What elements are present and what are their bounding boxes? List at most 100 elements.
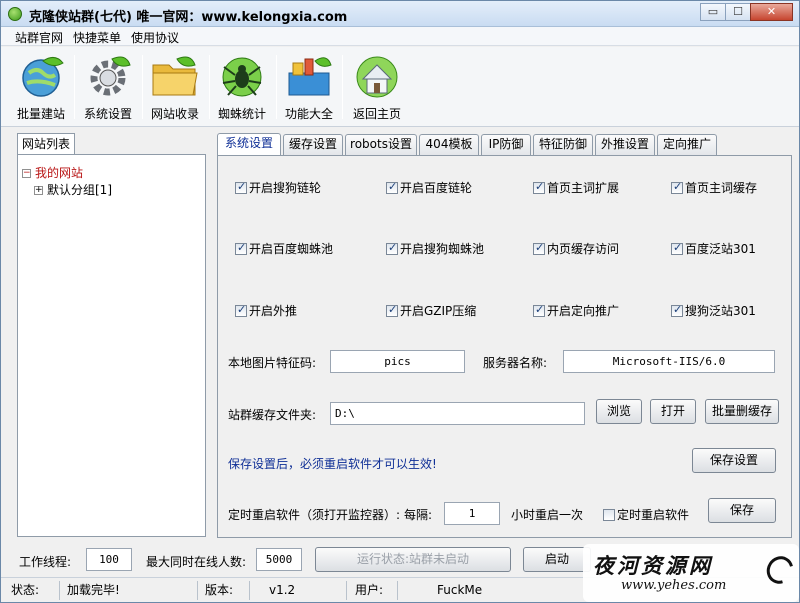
menu-site-official[interactable]: 站群官网 xyxy=(15,29,63,46)
spider-stats-button[interactable]: 蜘蛛统计 xyxy=(214,51,270,123)
save-button[interactable]: 保存 xyxy=(708,498,776,523)
minimize-button[interactable]: ▭ xyxy=(700,3,726,21)
checkbox-gzip[interactable]: 开启GZIP压缩 xyxy=(386,302,476,319)
checkbox-sogou-link-wheel[interactable]: 开启搜狗链轮 xyxy=(235,179,321,196)
checkbox-home-keyword-cache[interactable]: 首页主词缓存 xyxy=(671,179,757,196)
checkbox-box[interactable] xyxy=(235,303,247,317)
checkbox-box[interactable] xyxy=(235,241,247,255)
checkbox-box[interactable] xyxy=(603,509,615,521)
tab-cache-settings[interactable]: 缓存设置 xyxy=(283,134,343,155)
tab-robots-settings[interactable]: robots设置 xyxy=(345,134,417,155)
start-button[interactable]: 启动 xyxy=(523,547,591,572)
checkbox-box[interactable] xyxy=(533,241,545,255)
save-settings-button[interactable]: 保存设置 xyxy=(692,448,776,473)
checkbox-sogou-spider-pool[interactable]: 开启搜狗蜘蛛池 xyxy=(386,240,484,257)
checkbox-box[interactable] xyxy=(671,180,683,194)
checkbox-label: 开启搜狗蜘蛛池 xyxy=(400,242,485,256)
checkbox-targeted-promotion[interactable]: 开启定向推广 xyxy=(533,302,619,319)
tab-outreach-settings[interactable]: 外推设置 xyxy=(595,134,655,155)
toolbar-divider xyxy=(276,55,277,119)
tab-targeted-promotion[interactable]: 定向推广 xyxy=(657,134,717,155)
checkbox-label: 内页缓存访问 xyxy=(547,242,620,256)
watermark-swirl-icon xyxy=(761,551,799,589)
site-indexing-button[interactable]: 网站收录 xyxy=(147,51,203,123)
browse-button[interactable]: 浏览 xyxy=(596,399,642,424)
checkbox-box[interactable] xyxy=(533,180,545,194)
globe-leaf-icon xyxy=(15,51,67,101)
tab-404-template[interactable]: 404模板 xyxy=(419,134,479,155)
tool-label: 系统设置 xyxy=(83,107,132,121)
all-features-button[interactable]: 功能大全 xyxy=(281,51,337,123)
checkbox-label: 开启百度蜘蛛池 xyxy=(249,242,334,256)
checkbox-enable-outreach[interactable]: 开启外推 xyxy=(235,302,297,319)
timed-restart-checkbox[interactable]: 定时重启软件 xyxy=(603,506,689,523)
checkbox-box[interactable] xyxy=(386,303,398,317)
tab-system-settings[interactable]: 系统设置 xyxy=(217,133,281,156)
tree-root-my-sites[interactable]: − 我的网站 xyxy=(22,164,83,181)
watermark-url: www.yehes.com xyxy=(621,578,727,593)
maximize-button[interactable]: ☐ xyxy=(725,3,751,21)
user-value: FuckMe xyxy=(437,583,483,597)
checkbox-box[interactable] xyxy=(533,303,545,317)
tab-ip-defense[interactable]: IP防御 xyxy=(481,134,531,155)
restart-interval-input[interactable]: 1 xyxy=(444,502,500,525)
checkbox-home-keyword-expand[interactable]: 首页主词扩展 xyxy=(533,179,619,196)
checkbox-baidu-link-wheel[interactable]: 开启百度链轮 xyxy=(386,179,472,196)
checkbox-sogou-wildcard-301[interactable]: 搜狗泛站301 xyxy=(671,302,756,319)
server-name-input[interactable]: Microsoft-IIS/6.0 xyxy=(563,350,775,373)
checkbox-label: 首页主词缓存 xyxy=(685,181,758,195)
home-button[interactable]: 返回主页 xyxy=(349,51,405,123)
gear-leaf-icon xyxy=(82,51,134,101)
checkbox-label: 开启搜狗链轮 xyxy=(249,181,322,195)
tree-root-label: 我的网站 xyxy=(35,166,84,180)
image-code-label: 本地图片特征码: xyxy=(228,356,317,370)
menu-shortcuts[interactable]: 快捷菜单 xyxy=(73,29,121,46)
toolbar: 批量建站 系统设置 网站收录 蜘蛛统计 功能大全 返回主页 xyxy=(1,47,799,127)
checkbox-inner-page-cache[interactable]: 内页缓存访问 xyxy=(533,240,619,257)
toolbox-icon xyxy=(283,51,335,101)
status-divider xyxy=(197,581,198,600)
max-online-input[interactable]: 5000 xyxy=(256,548,302,571)
batch-build-button[interactable]: 批量建站 xyxy=(13,51,69,123)
checkbox-baidu-wildcard-301[interactable]: 百度泛站301 xyxy=(671,240,756,257)
tree-node-default-group[interactable]: + 默认分组[1] xyxy=(34,181,112,198)
expand-icon[interactable]: + xyxy=(34,186,43,195)
threads-label: 工作线程: xyxy=(19,555,72,569)
open-button[interactable]: 打开 xyxy=(650,399,696,424)
toolbar-divider xyxy=(342,55,343,119)
title-bar: 克隆侠站群(七代) 唯一官网：www.kelongxia.com ▭ ☐ ✕ xyxy=(1,1,799,27)
timed-restart-label: 定时重启软件（须打开监控器）: xyxy=(228,508,401,522)
window-controls: ▭ ☐ ✕ xyxy=(700,3,793,21)
checkbox-label: 开启GZIP压缩 xyxy=(400,304,477,318)
status-divider xyxy=(397,581,398,600)
status-divider xyxy=(249,581,250,600)
site-list-tab[interactable]: 网站列表 xyxy=(17,133,75,155)
cache-folder-label: 站群缓存文件夹: xyxy=(228,408,317,422)
checkbox-box[interactable] xyxy=(235,180,247,194)
watermark: 夜河资源网 www.yehes.com xyxy=(583,544,799,602)
menu-usage-agreement[interactable]: 使用协议 xyxy=(131,29,179,46)
checkbox-box[interactable] xyxy=(671,241,683,255)
restart-warning-text: 保存设置后，必须重启软件才可以生效! xyxy=(228,457,437,471)
image-code-input[interactable]: pics xyxy=(330,350,465,373)
batch-delete-cache-button[interactable]: 批量删缓存 xyxy=(705,399,779,424)
system-settings-button[interactable]: 系统设置 xyxy=(80,51,136,123)
checkbox-box[interactable] xyxy=(386,180,398,194)
site-tree-panel: − 我的网站 + 默认分组[1] xyxy=(17,154,206,537)
watermark-text: 夜河资源网 xyxy=(593,553,713,578)
cache-folder-input[interactable]: D:\ xyxy=(330,402,585,425)
collapse-icon[interactable]: − xyxy=(22,169,31,178)
tool-label: 批量建站 xyxy=(16,107,65,121)
checkbox-baidu-spider-pool[interactable]: 开启百度蜘蛛池 xyxy=(235,240,333,257)
threads-input[interactable]: 100 xyxy=(86,548,132,571)
home-icon xyxy=(351,51,403,101)
status-label: 状态: xyxy=(11,583,40,597)
close-button[interactable]: ✕ xyxy=(750,3,793,21)
checkbox-box[interactable] xyxy=(386,241,398,255)
tab-feature-defense[interactable]: 特征防御 xyxy=(533,134,593,155)
every-label: 每隔: xyxy=(404,508,433,522)
checkbox-label: 首页主词扩展 xyxy=(547,181,620,195)
checkbox-box[interactable] xyxy=(671,303,683,317)
toolbar-divider xyxy=(74,55,75,119)
tree-node-label: 默认分组[1] xyxy=(47,183,112,197)
